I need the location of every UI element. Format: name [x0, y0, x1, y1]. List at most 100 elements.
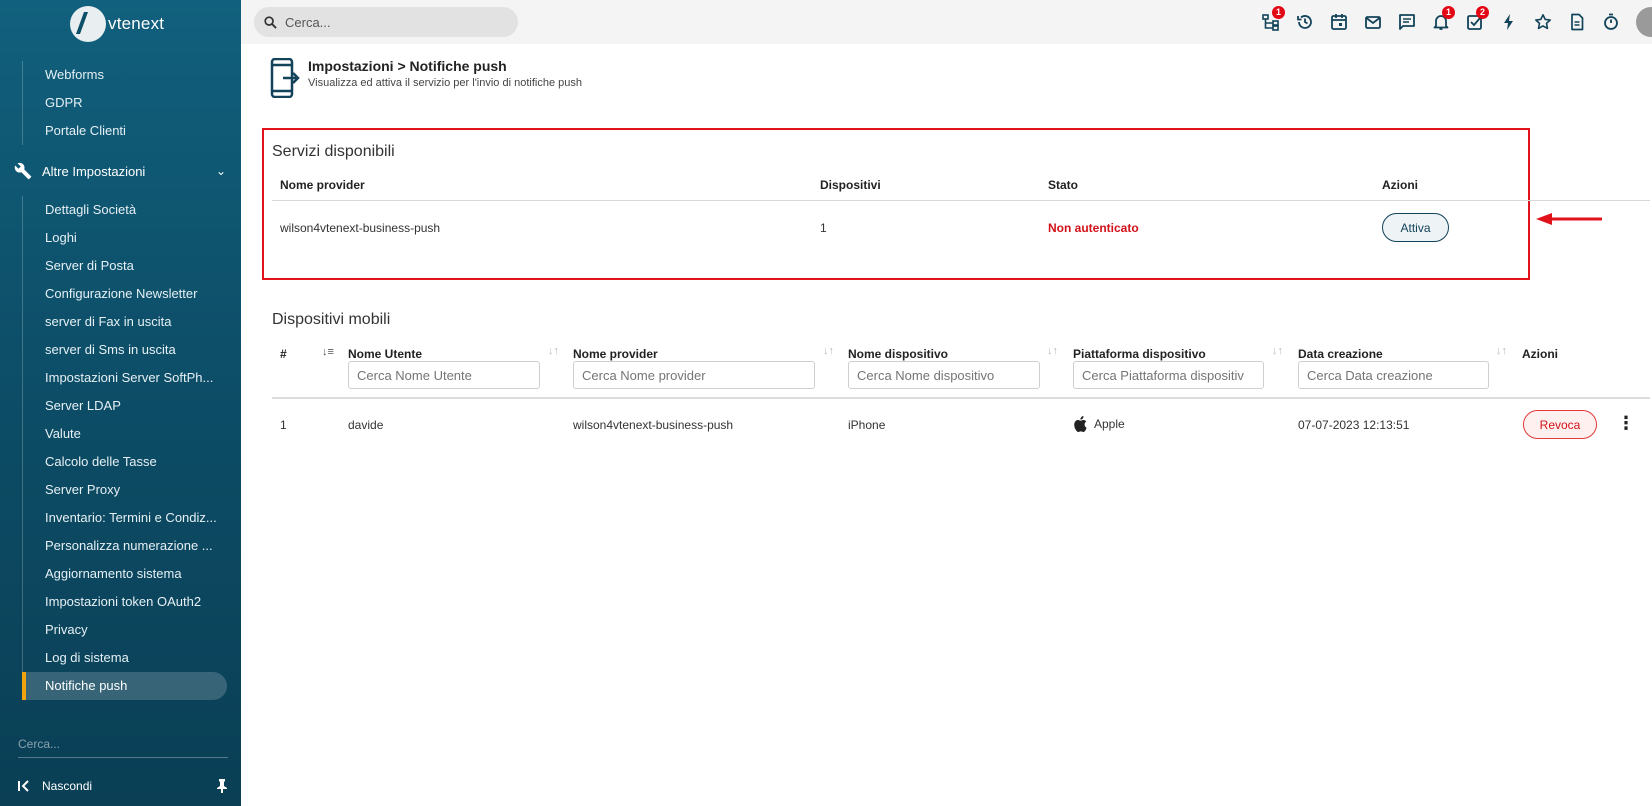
sort-icon[interactable]: ↓↑ [1272, 345, 1283, 357]
activate-button[interactable]: Attiva [1382, 213, 1449, 242]
calendar-button[interactable] [1322, 8, 1356, 36]
devices-header-num: # [280, 347, 287, 361]
sidebar-item-inventario[interactable]: Inventario: Termini e Condiz... [23, 504, 228, 532]
mail-button[interactable] [1356, 8, 1390, 36]
device-row-num: 1 [280, 418, 287, 432]
global-search-input[interactable]: Cerca... [254, 7, 518, 37]
brand-logo[interactable]: vtenext [70, 4, 164, 44]
filter-created-input[interactable] [1298, 361, 1489, 389]
filter-platform-input[interactable] [1073, 361, 1264, 389]
devices-header-device[interactable]: Nome dispositivo [848, 347, 948, 361]
sidebar-item-valute[interactable]: Valute [23, 420, 228, 448]
chat-icon [1399, 14, 1415, 30]
sort-desc-icon[interactable]: ↓≡ [322, 346, 334, 358]
device-row-platform: Apple [1073, 416, 1125, 432]
top-icons: 1 1 2 [1254, 6, 1652, 37]
sidebar-section-label: Altre Impostazioni [42, 163, 146, 179]
apple-icon [1074, 416, 1087, 432]
history-button[interactable] [1288, 8, 1322, 36]
service-device-count: 1 [820, 221, 827, 235]
filter-device-input[interactable] [848, 361, 1040, 389]
sidebar-item-portale-clienti[interactable]: Portale Clienti [23, 117, 228, 145]
messages-button[interactable] [1390, 8, 1424, 36]
sidebar-item-proxy[interactable]: Server Proxy [23, 476, 228, 504]
calendar-icon [1331, 14, 1347, 30]
sidebar-item-ldap[interactable]: Server LDAP [23, 392, 228, 420]
brand-name: vtenext [108, 14, 165, 33]
quick-actions-button[interactable] [1492, 8, 1526, 36]
star-icon [1535, 14, 1551, 30]
highlight-box [262, 128, 1530, 280]
sidebar-item-aggiornamento[interactable]: Aggiornamento sistema [23, 560, 228, 588]
services-header-actions: Azioni [1382, 178, 1418, 192]
logo-icon [70, 6, 106, 42]
tasks-badge: 2 [1476, 6, 1489, 19]
notifications-button[interactable]: 1 [1424, 6, 1458, 36]
sidebar-group-settings: Dettagli Società Loghi Server di Posta C… [22, 196, 228, 700]
documents-button[interactable] [1560, 8, 1594, 36]
devices-header-divider [272, 397, 1650, 399]
bell-badge: 1 [1442, 6, 1455, 19]
tasks-button[interactable]: 2 [1458, 6, 1492, 36]
sidebar-item-tasse[interactable]: Calcolo delle Tasse [23, 448, 228, 476]
sidebar-hide-label: Nascondi [42, 779, 93, 793]
tree-badge: 1 [1272, 6, 1285, 19]
sidebar-hide-button[interactable]: Nascondi [18, 779, 228, 793]
more-options-icon[interactable]: ⋮ [1617, 414, 1635, 434]
timer-button[interactable] [1594, 8, 1628, 36]
filter-provider-input[interactable] [573, 361, 815, 389]
device-row-created: 07-07-2023 12:13:51 [1298, 418, 1410, 432]
collapse-icon [18, 780, 29, 792]
pin-icon[interactable] [216, 779, 228, 793]
devices-header-user[interactable]: Nome Utente [348, 347, 422, 361]
device-row-device: iPhone [848, 418, 886, 432]
wrench-icon [14, 162, 32, 180]
sort-icon[interactable]: ↓↑ [823, 345, 834, 357]
sidebar-item-gdpr[interactable]: GDPR [23, 89, 228, 117]
sidebar-item-numerazione[interactable]: Personalizza numerazione ... [23, 532, 228, 560]
revoke-button[interactable]: Revoca [1523, 410, 1597, 439]
sort-icon[interactable]: ↓↑ [1496, 345, 1507, 357]
sort-icon[interactable]: ↓↑ [1047, 345, 1058, 357]
sidebar-section-altre-impostazioni[interactable]: Altre Impostazioni ⌄ [14, 157, 226, 185]
page-header: Impostazioni > Notifiche push Visualizza… [270, 58, 582, 98]
sidebar-item-server-posta[interactable]: Server di Posta [23, 252, 228, 280]
sidebar-item-webforms[interactable]: Webforms [23, 61, 228, 89]
sidebar-item-fax[interactable]: server di Fax in uscita [23, 308, 228, 336]
sidebar-item-log-sistema[interactable]: Log di sistema [23, 644, 228, 672]
devices-header-created[interactable]: Data creazione [1298, 347, 1383, 361]
sidebar-item-notifiche-push[interactable]: Notifiche push [22, 672, 227, 700]
sidebar-item-sms[interactable]: server di Sms in uscita [23, 336, 228, 364]
sidebar-item-softphone[interactable]: Impostazioni Server SoftPh... [23, 364, 228, 392]
stopwatch-icon [1604, 13, 1618, 30]
sidebar-item-loghi[interactable]: Loghi [23, 224, 228, 252]
sidebar-search-input[interactable]: Cerca... [18, 737, 228, 758]
device-row-user: davide [348, 418, 384, 432]
sidebar-item-newsletter[interactable]: Configurazione Newsletter [23, 280, 228, 308]
sidebar-item-dettagli-societa[interactable]: Dettagli Società [23, 196, 228, 224]
user-avatar[interactable] [1636, 7, 1652, 37]
device-row-platform-label: Apple [1094, 417, 1125, 431]
favorites-button[interactable] [1526, 8, 1560, 36]
services-header-devices: Dispositivi [820, 178, 881, 192]
mail-icon [1365, 16, 1381, 29]
devices-header-platform[interactable]: Piattaforma dispositivo [1073, 347, 1206, 361]
services-title: Servizi disponibili [272, 143, 395, 160]
chevron-down-icon: ⌄ [215, 164, 226, 178]
services-header-status: Stato [1048, 178, 1078, 192]
devices-header-provider[interactable]: Nome provider [573, 347, 658, 361]
process-tree-button[interactable]: 1 [1254, 6, 1288, 36]
global-search-placeholder: Cerca... [285, 14, 331, 30]
page-title: Impostazioni > Notifiche push [308, 58, 507, 74]
filter-user-input[interactable] [348, 361, 540, 389]
sidebar-item-oauth2[interactable]: Impostazioni token OAuth2 [23, 588, 228, 616]
search-icon [264, 15, 277, 29]
services-header-provider: Nome provider [280, 178, 365, 192]
top-bar: Cerca... 1 1 2 [241, 0, 1652, 44]
red-arrow-annotation [1536, 213, 1602, 225]
service-provider-name: wilson4vtenext-business-push [280, 221, 441, 235]
sidebar-group-top: Webforms GDPR Portale Clienti [22, 61, 228, 145]
sidebar-item-privacy[interactable]: Privacy [23, 616, 228, 644]
page-subtitle: Visualizza ed attiva il servizio per l'i… [308, 77, 582, 89]
sort-icon[interactable]: ↓↑ [548, 345, 559, 357]
